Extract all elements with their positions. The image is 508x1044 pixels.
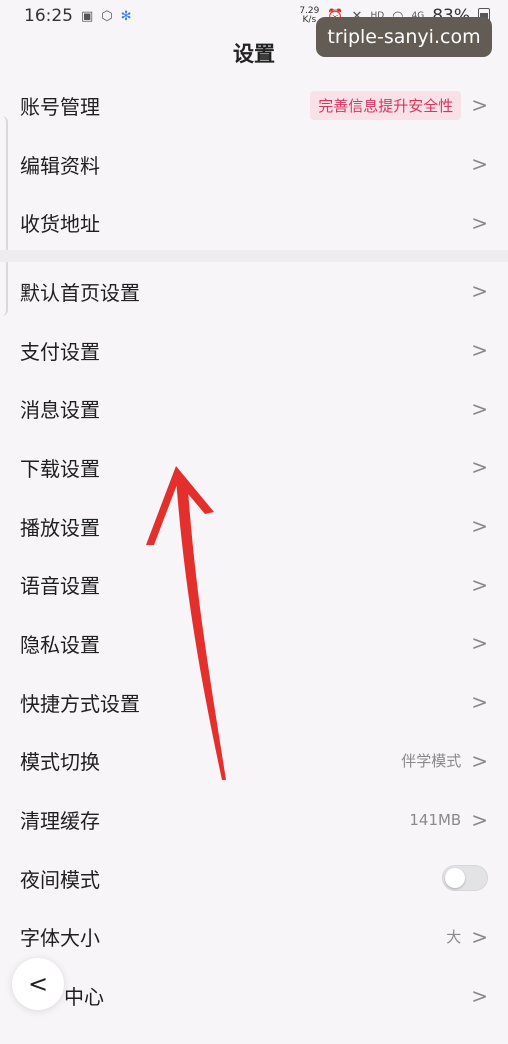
net-speed-unit: K/s bbox=[302, 15, 317, 25]
chevron-right-icon: > bbox=[471, 924, 488, 949]
row-right: 141MB > bbox=[409, 808, 488, 832]
current-mode-value: 伴学模式 bbox=[401, 752, 462, 771]
message-settings-row[interactable]: 消息设置 > bbox=[0, 379, 508, 438]
chevron-right-icon: > bbox=[471, 210, 488, 235]
status-left: 16:25 ▣ ⬡ ✻ bbox=[24, 6, 132, 26]
center-row[interactable]: 中心 > bbox=[0, 966, 508, 1025]
security-hint-badge: 完善信息提升安全性 bbox=[310, 90, 462, 120]
chevron-right-icon: > bbox=[471, 631, 488, 656]
payment-settings-row[interactable]: 支付设置 > bbox=[0, 321, 508, 380]
row-label: 夜间模式 bbox=[20, 867, 100, 892]
edit-profile-row[interactable]: 编辑资料 > bbox=[0, 135, 508, 194]
row-label: 支付设置 bbox=[20, 339, 100, 364]
paw-icon: ✻ bbox=[120, 8, 132, 24]
download-settings-row[interactable]: 下载设置 > bbox=[0, 438, 508, 497]
chevron-left-icon: < bbox=[27, 970, 49, 998]
font-size-value: 大 bbox=[446, 928, 462, 947]
row-label: 语音设置 bbox=[20, 574, 100, 599]
section-divider bbox=[0, 250, 508, 262]
chevron-right-icon: > bbox=[471, 807, 488, 832]
chevron-right-icon: > bbox=[471, 279, 488, 304]
row-label: 快捷方式设置 bbox=[20, 691, 140, 716]
default-homepage-row[interactable]: 默认首页设置 > bbox=[0, 262, 508, 321]
chevron-right-icon: > bbox=[471, 455, 488, 480]
row-label: 默认首页设置 bbox=[20, 280, 140, 305]
row-label: 隐私设置 bbox=[20, 632, 100, 657]
clear-cache-row[interactable]: 清理缓存 141MB > bbox=[0, 790, 508, 849]
row-label: 下载设置 bbox=[20, 456, 100, 481]
account-management-row[interactable]: 账号管理 完善信息提升安全性 > bbox=[0, 76, 508, 135]
account-settings-group: 账号管理 完善信息提升安全性 > 编辑资料 > 收货地址 > bbox=[0, 76, 508, 252]
row-label: 编辑资料 bbox=[20, 153, 100, 178]
cache-size-value: 141MB bbox=[409, 810, 462, 829]
playback-settings-row[interactable]: 播放设置 > bbox=[0, 497, 508, 556]
chevron-right-icon: > bbox=[471, 514, 488, 539]
chevron-right-icon: > bbox=[471, 396, 488, 421]
night-mode-toggle[interactable] bbox=[442, 865, 488, 892]
row-label: 清理缓存 bbox=[20, 809, 100, 834]
watermark: triple-sanyi.com bbox=[316, 17, 492, 57]
row-label: 消息设置 bbox=[20, 398, 100, 423]
voice-settings-row[interactable]: 语音设置 > bbox=[0, 555, 508, 614]
night-mode-row: 夜间模式 bbox=[0, 849, 508, 908]
row-right: 大 > bbox=[446, 925, 488, 949]
mode-switch-row[interactable]: 模式切换 伴学模式 > bbox=[0, 732, 508, 791]
row-label: 播放设置 bbox=[20, 515, 100, 540]
shipping-address-row[interactable]: 收货地址 > bbox=[0, 193, 508, 252]
chevron-right-icon: > bbox=[471, 690, 488, 715]
row-right: 伴学模式 > bbox=[401, 749, 488, 773]
row-label: 账号管理 bbox=[20, 94, 100, 119]
font-size-row[interactable]: 字体大小 大 > bbox=[0, 908, 508, 967]
chevron-right-icon: > bbox=[471, 338, 488, 363]
chevron-right-icon: > bbox=[471, 748, 488, 773]
toggle-knob bbox=[445, 868, 465, 889]
gallery-icon: ▣ bbox=[81, 8, 94, 24]
privacy-settings-row[interactable]: 隐私设置 > bbox=[0, 614, 508, 673]
row-right: 完善信息提升安全性 > bbox=[310, 90, 488, 120]
chevron-right-icon: > bbox=[471, 152, 488, 177]
status-time: 16:25 bbox=[24, 6, 73, 26]
row-label: 字体大小 bbox=[20, 926, 100, 951]
chevron-right-icon: > bbox=[471, 93, 488, 118]
chevron-right-icon: > bbox=[471, 983, 488, 1008]
settings-notification-icon: ⬡ bbox=[101, 8, 113, 24]
row-label: 收货地址 bbox=[20, 212, 100, 237]
shortcut-settings-row[interactable]: 快捷方式设置 > bbox=[0, 673, 508, 732]
back-button[interactable]: < bbox=[12, 958, 64, 1010]
chevron-right-icon: > bbox=[471, 572, 488, 597]
general-settings-group: 默认首页设置 > 支付设置 > 消息设置 > 下载设置 > 播放设置 > 语音设… bbox=[0, 262, 508, 1025]
row-label: 模式切换 bbox=[20, 750, 100, 775]
